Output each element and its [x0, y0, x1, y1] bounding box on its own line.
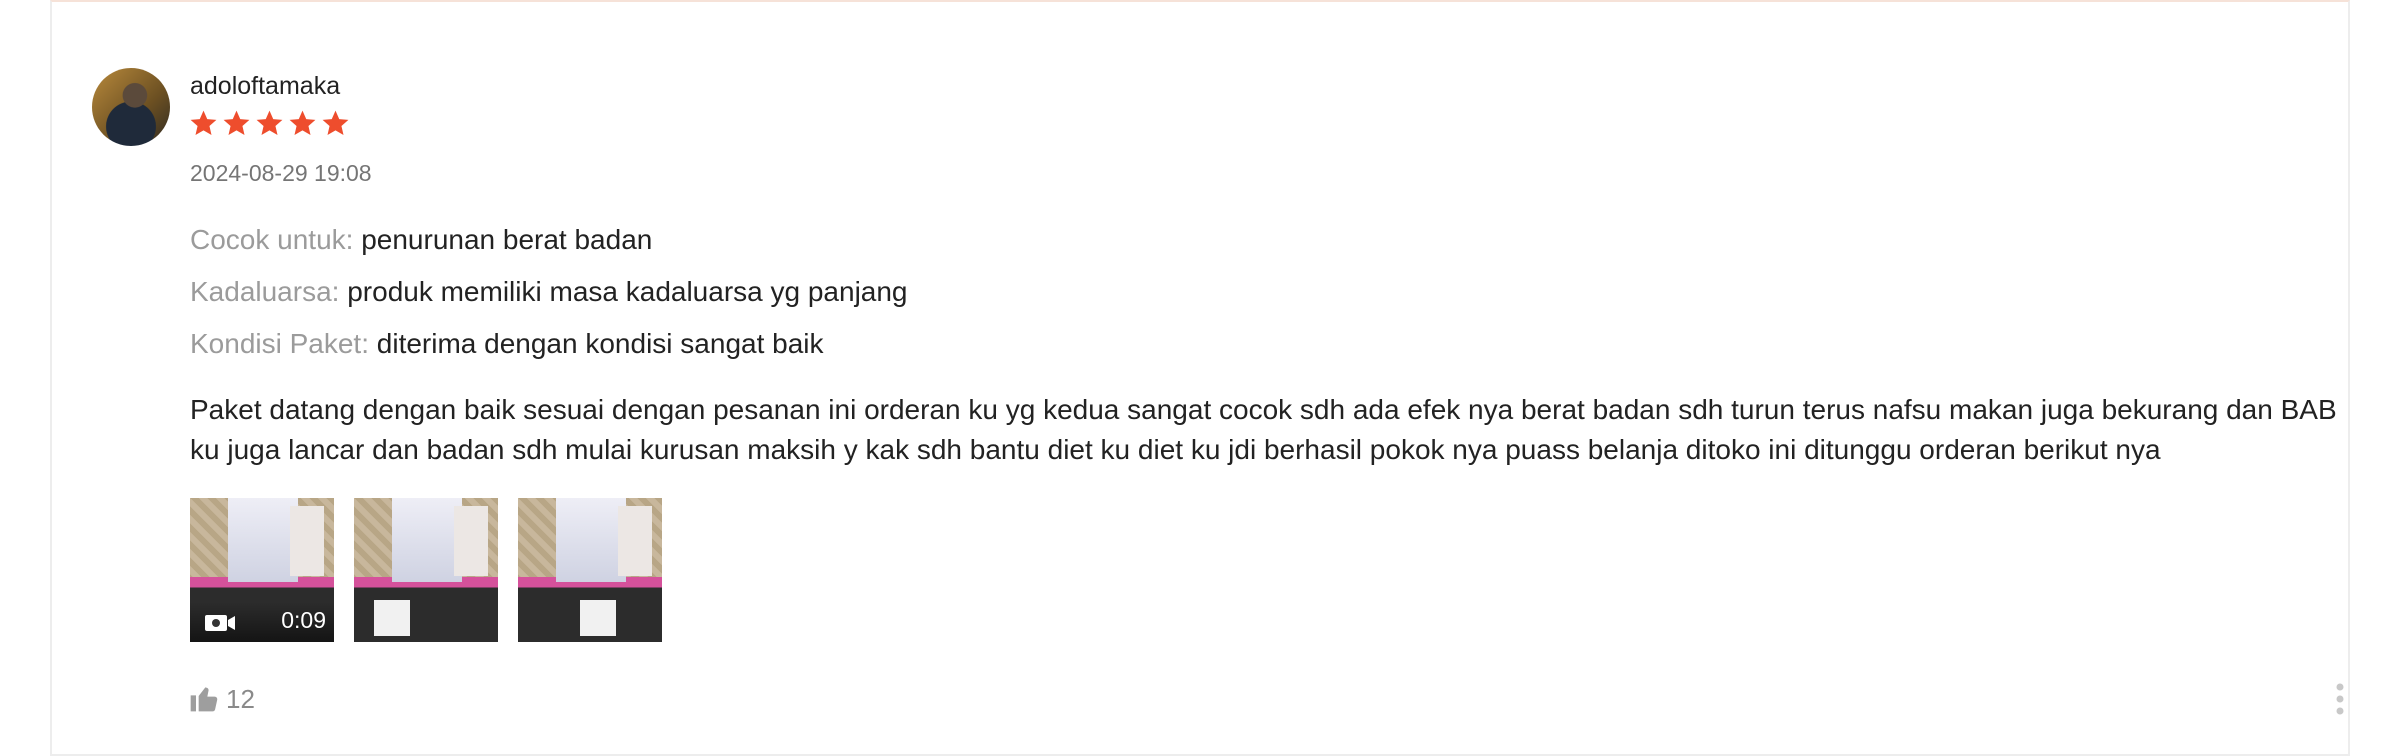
attribute-label: Kondisi Paket: [190, 328, 369, 359]
review-photo-thumbnail[interactable] [518, 498, 662, 642]
attribute-value: produk memiliki masa kadaluarsa yg panja… [347, 276, 908, 307]
star-icon [223, 110, 250, 135]
review-video-thumbnail[interactable]: 0:09 [190, 498, 334, 642]
star-icon [190, 110, 217, 135]
video-duration: 0:09 [281, 607, 326, 633]
attribute-package-condition: Kondisi Paket: diterima dengan kondisi s… [190, 328, 824, 360]
more-vertical-icon[interactable] [2334, 682, 2346, 716]
attribute-value: penurunan berat badan [361, 224, 653, 255]
video-camera-icon [205, 615, 235, 631]
attribute-label: Kadaluarsa: [190, 276, 340, 307]
review-timestamp: 2024-08-29 19:08 [190, 160, 372, 186]
review-photo-thumbnail[interactable] [354, 498, 498, 642]
star-rating [188, 108, 351, 139]
attribute-expiry: Kadaluarsa: produk memiliki masa kadalua… [190, 276, 908, 308]
star-icon [322, 110, 349, 135]
review-card [50, 0, 2350, 756]
thumbs-up-icon[interactable] [188, 682, 220, 714]
attribute-value: diterima dengan kondisi sangat baik [376, 328, 824, 359]
username: adoloftamaka [190, 72, 341, 100]
review-text: Paket datang dengan baik sesuai dengan p… [190, 394, 2337, 465]
user-avatar[interactable] [92, 68, 170, 146]
like-count: 12 [226, 684, 255, 714]
star-icon [256, 110, 283, 135]
attribute-suitable-for: Cocok untuk: penurunan berat badan [190, 224, 652, 256]
star-icon [289, 110, 316, 135]
attribute-label: Cocok untuk: [190, 224, 354, 255]
